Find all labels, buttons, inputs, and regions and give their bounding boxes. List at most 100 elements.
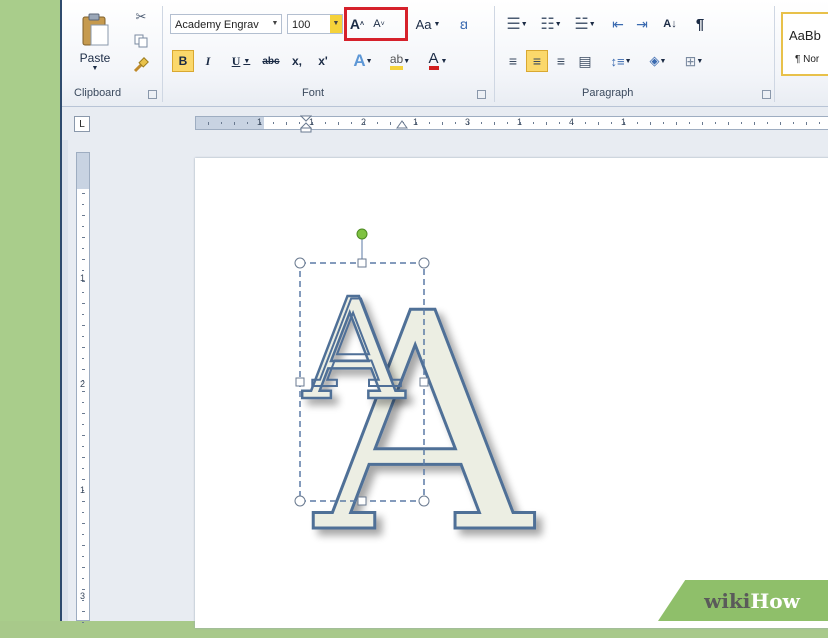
right-indent-marker-icon[interactable] bbox=[396, 117, 408, 129]
cut-button[interactable]: ✂ bbox=[132, 8, 150, 26]
ruler-margin bbox=[196, 117, 264, 129]
show-marks-button[interactable]: ¶ bbox=[690, 14, 710, 34]
ruler-tick bbox=[221, 122, 222, 124]
watermark-wiki: wiki bbox=[704, 588, 751, 613]
ruler-tick bbox=[637, 122, 638, 124]
ruler-tick bbox=[676, 122, 677, 125]
ruler-tick bbox=[325, 122, 326, 124]
ruler-tick bbox=[82, 347, 85, 348]
word-window: Paste ▼ ✂ Clipboard Academy Engrav ▼ 100… bbox=[60, 0, 828, 628]
clear-formatting-button[interactable]: ꞛ bbox=[454, 14, 474, 34]
ruler-tick bbox=[702, 122, 703, 125]
clipboard-dialog-launcher[interactable] bbox=[148, 90, 157, 99]
grow-font-button[interactable]: A ˄ bbox=[348, 14, 366, 34]
italic-button[interactable]: I bbox=[198, 50, 218, 72]
ruler-tick bbox=[533, 122, 534, 124]
font-name-dropdown[interactable]: Academy Engrav ▼ bbox=[170, 14, 282, 34]
eraser-icon: ꞛ bbox=[459, 15, 469, 32]
ruler-tick bbox=[82, 479, 85, 480]
ruler-number: 1 bbox=[80, 273, 86, 283]
copy-button[interactable] bbox=[132, 32, 150, 50]
change-case-button[interactable]: Aa ▼ bbox=[412, 14, 444, 34]
outdent-icon: ⇤ bbox=[612, 15, 624, 32]
text-effects-button[interactable]: A ▼ bbox=[348, 50, 378, 72]
underline-button[interactable]: U ▼ bbox=[226, 50, 256, 72]
ruler-tick bbox=[82, 457, 85, 458]
ruler-tick bbox=[208, 122, 209, 125]
shading-button[interactable]: ◈ ▼ bbox=[642, 50, 674, 72]
ruler-tick bbox=[819, 122, 820, 124]
resize-handle-bottom[interactable] bbox=[357, 496, 367, 506]
highlighter-icon: ab bbox=[389, 52, 404, 70]
ruler-tick bbox=[559, 122, 560, 124]
ruler-tick bbox=[650, 122, 651, 125]
font-size-value: 100 bbox=[292, 19, 311, 31]
ruler-tick bbox=[390, 122, 391, 125]
indent-marker-icon[interactable] bbox=[300, 115, 312, 133]
resize-handle-top-left[interactable] bbox=[294, 257, 306, 269]
ruler-tick bbox=[715, 122, 716, 124]
highlight-color-button[interactable]: ab ▼ bbox=[384, 50, 416, 72]
text-effects-icon: A bbox=[353, 51, 366, 70]
increase-indent-button[interactable]: ⇥ bbox=[632, 14, 652, 34]
shrink-font-button[interactable]: A ˅ bbox=[370, 14, 388, 34]
ruler-margin bbox=[77, 153, 89, 189]
sort-button[interactable]: A↓ bbox=[660, 14, 680, 34]
separator bbox=[162, 6, 163, 102]
align-left-button[interactable]: ≡ bbox=[502, 50, 524, 72]
align-center-button[interactable]: ≡ bbox=[526, 50, 548, 72]
subscript-button[interactable]: x, bbox=[286, 50, 308, 72]
ruler-tick bbox=[754, 122, 755, 125]
paint-bucket-icon: ◈ bbox=[649, 53, 660, 68]
ruler-tick bbox=[82, 193, 85, 194]
chevron-down-icon: ▼ bbox=[271, 20, 279, 27]
ruler-tick bbox=[793, 122, 794, 124]
resize-handle-bottom-left[interactable] bbox=[294, 495, 306, 507]
decrease-indent-button[interactable]: ⇤ bbox=[608, 14, 628, 34]
resize-handle-right[interactable] bbox=[419, 377, 429, 387]
tab-selector-button[interactable]: L bbox=[74, 116, 90, 132]
ruler-number: 2 bbox=[80, 379, 86, 389]
paste-button[interactable]: Paste ▼ bbox=[72, 6, 118, 78]
bullets-button[interactable]: ☰ ▼ bbox=[502, 14, 532, 34]
vertical-ruler[interactable]: 1 2 1 3 bbox=[76, 152, 90, 623]
resize-handle-bottom-right[interactable] bbox=[418, 495, 430, 507]
format-painter-button[interactable] bbox=[132, 56, 150, 74]
rotate-handle[interactable] bbox=[356, 228, 368, 240]
font-dialog-launcher[interactable] bbox=[477, 90, 486, 99]
ruler-tick bbox=[82, 226, 84, 227]
paragraph-dialog-launcher[interactable] bbox=[762, 90, 771, 99]
borders-button[interactable]: ⊞ ▼ bbox=[678, 50, 710, 72]
resize-handle-left[interactable] bbox=[295, 377, 305, 387]
scissors-icon: ✂ bbox=[135, 9, 147, 24]
line-spacing-button[interactable]: ↕≡ ▼ bbox=[606, 50, 636, 72]
font-size-dropdown[interactable]: 100 ▼ bbox=[287, 14, 343, 34]
borders-icon: ⊞ bbox=[684, 52, 697, 69]
justify-button[interactable]: ▤ bbox=[574, 50, 596, 72]
ruler-tick bbox=[82, 248, 84, 249]
align-right-button[interactable]: ≡ bbox=[550, 50, 572, 72]
resize-handle-top-right[interactable] bbox=[418, 257, 430, 269]
style-normal-tile[interactable]: AaBb ¶ Nor bbox=[781, 12, 828, 76]
ruler-tick bbox=[455, 122, 456, 124]
bold-button[interactable]: B bbox=[172, 50, 194, 72]
ruler-tick bbox=[767, 122, 768, 124]
resize-handle-top[interactable] bbox=[357, 258, 367, 268]
strikethrough-button[interactable]: abc bbox=[260, 50, 282, 72]
background-strip bbox=[0, 0, 60, 621]
ruler-tick bbox=[689, 122, 690, 124]
superscript-button[interactable]: x' bbox=[312, 50, 334, 72]
numbering-button[interactable]: ☷ ▼ bbox=[536, 14, 566, 34]
document-page[interactable]: A A A bbox=[195, 158, 828, 628]
ruler-tick bbox=[82, 336, 84, 337]
line-spacing-icon: ↕≡ bbox=[610, 53, 625, 69]
ruler-tick bbox=[286, 122, 287, 125]
multilevel-list-button[interactable]: ☱ ▼ bbox=[570, 14, 600, 34]
wikihow-watermark: wiki How bbox=[658, 580, 828, 621]
ruler-tick bbox=[806, 122, 807, 125]
wordart-object[interactable]: A A A bbox=[265, 218, 605, 638]
ruler-tick bbox=[82, 204, 84, 205]
font-color-button[interactable]: A ▼ bbox=[422, 50, 454, 72]
ruler-tick bbox=[82, 237, 85, 238]
horizontal-ruler[interactable]: 11213141 bbox=[195, 115, 828, 133]
